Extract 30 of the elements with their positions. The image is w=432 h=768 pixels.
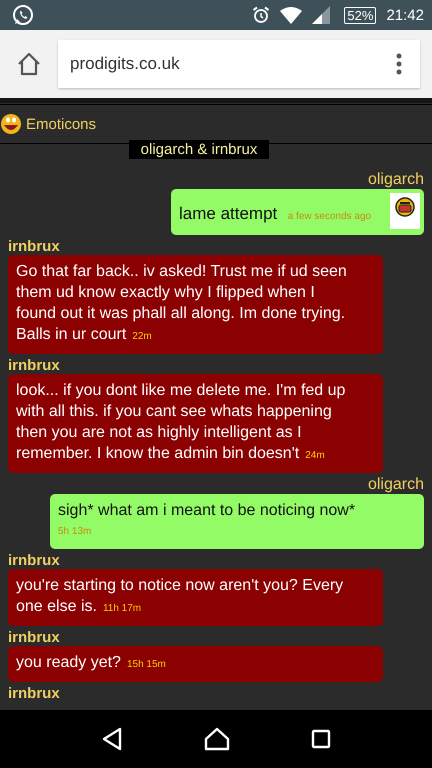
sender-name: irnbrux [8, 552, 60, 569]
sender-name: oligarch [368, 476, 424, 494]
back-icon[interactable] [100, 727, 123, 751]
emoticon-image [390, 193, 420, 229]
menu-icon[interactable] [396, 53, 402, 75]
message-time: 5h 13m [58, 525, 92, 539]
message-text: Go that far back.. iv asked! Trust me if ud seen them ud know exactly why I flipped when I found out it was phall all along. Im done trying. Balls in ur court 22m [16, 262, 348, 345]
sender-name: irnbrux [8, 238, 60, 255]
sender-name: irnbrux [8, 685, 60, 702]
signal-icon [312, 6, 330, 24]
recent-apps-icon[interactable] [311, 729, 332, 749]
message-time: a few seconds ago [288, 211, 372, 222]
battery-indicator: 52% [344, 6, 376, 24]
message-text: you ready yet? 15h 15m [16, 653, 167, 673]
wifi-icon [280, 6, 302, 24]
conversation-title: oligarch & irnbrux [128, 140, 270, 158]
sender-name: irnbrux [8, 629, 60, 646]
message-text: look... if you dont like me delete me. I'm fed up with all this. if you cant see whats happening then you are not as highly intelligent as I remember. I know the admin bin doesn't 24m [16, 381, 346, 464]
chat-bubble-icon [12, 4, 34, 26]
emoticons-link[interactable]: Emoticons [26, 116, 96, 132]
message-text: lame attempt [179, 204, 278, 223]
sender-name: oligarch [368, 171, 424, 189]
alarm-icon [252, 6, 270, 24]
message-text: sigh* what am i meant to be noticing now* [58, 502, 356, 519]
address-bar[interactable]: prodigits.co.uk [58, 40, 420, 88]
message-text: you're starting to notice now aren't you? Every one else is. 11h 17m [16, 576, 344, 617]
sender-name: irnbrux [8, 357, 60, 374]
clock: 21:42 [386, 6, 424, 24]
smiley-icon [0, 113, 22, 135]
home-icon[interactable] [16, 51, 42, 77]
